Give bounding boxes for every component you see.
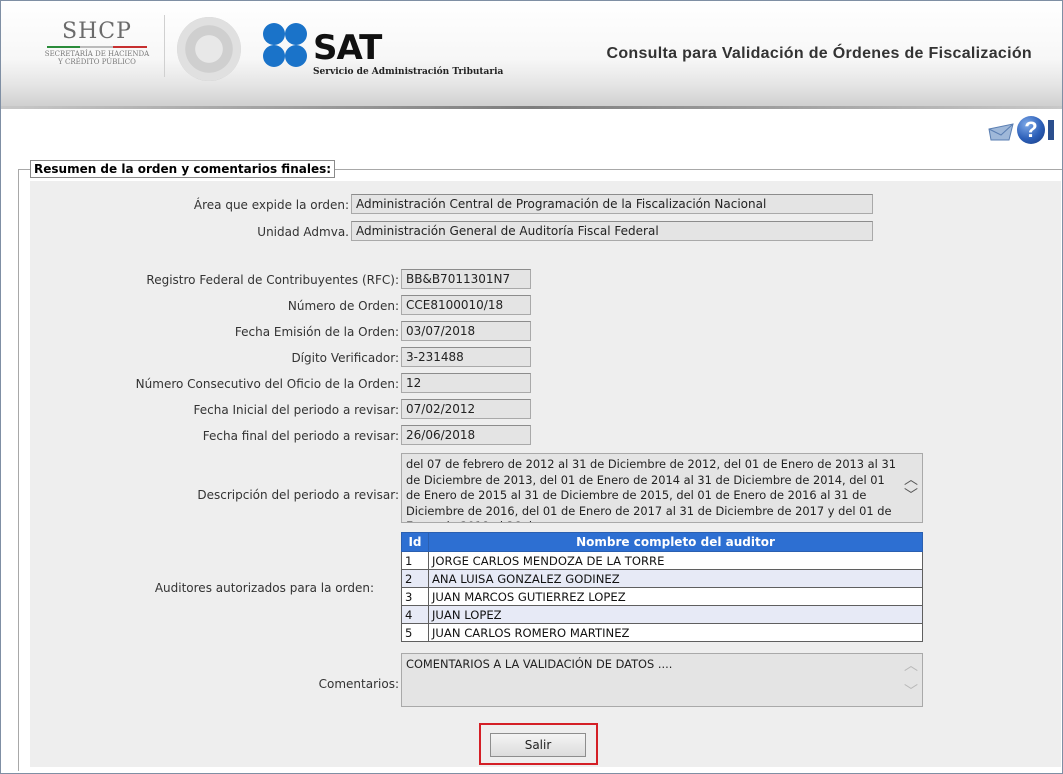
digito-label: Dígito Verificador: xyxy=(291,351,399,365)
rfc-label: Registro Federal de Contribuyentes (RFC)… xyxy=(146,273,399,287)
descripcion-textarea[interactable]: del 07 de febrero de 2012 al 31 de Dicie… xyxy=(401,453,923,523)
help-icon[interactable]: ? xyxy=(1017,116,1045,144)
salir-button[interactable]: Salir xyxy=(490,733,586,757)
cell-name: JUAN CARLOS ROMERO MARTINEZ xyxy=(428,623,923,642)
column-header-nombre: Nombre completo del auditor xyxy=(428,532,923,552)
fecha-emision-field: 03/07/2018 xyxy=(401,321,531,341)
table-row[interactable]: 1 JORGE CARLOS MENDOZA DE LA TORRE xyxy=(401,551,923,570)
consecutivo-field: 12 xyxy=(401,373,531,393)
fecha-final-field: 26/06/2018 xyxy=(401,425,531,445)
scroll-down-icon[interactable]: ﹀ xyxy=(903,684,919,700)
shcp-color-bar xyxy=(47,46,147,48)
table-row[interactable]: 2 ANA LUISA GONZALEZ GODINEZ xyxy=(401,569,923,588)
scroll-up-icon[interactable]: ︿ xyxy=(903,472,919,488)
cell-id: 2 xyxy=(401,569,429,588)
sat-dot-icon xyxy=(263,23,285,45)
column-header-id: Id xyxy=(401,532,429,552)
shcp-logo: SHCP SECRETARÍA DE HACIENDA Y CRÉDITO PÚ… xyxy=(37,19,157,66)
cell-name: JUAN LOPEZ xyxy=(428,605,923,624)
scroll-up-icon[interactable]: ︿ xyxy=(903,658,919,674)
sat-dot-icon xyxy=(285,45,307,67)
shcp-subtitle-1: SECRETARÍA DE HACIENDA xyxy=(44,50,150,58)
cell-id: 5 xyxy=(401,623,429,642)
table-row[interactable]: 5 JUAN CARLOS ROMERO MARTINEZ xyxy=(401,623,923,642)
fecha-final-label: Fecha final del periodo a revisar: xyxy=(202,429,399,443)
cell-id: 1 xyxy=(401,551,429,570)
shcp-subtitle-2: Y CRÉDITO PÚBLICO xyxy=(58,58,136,66)
page-title: Consulta para Validación de Órdenes de F… xyxy=(606,45,1032,62)
digito-field: 3-231488 xyxy=(401,347,531,367)
sat-subtitle: Servicio de Administración Tributaria xyxy=(313,67,504,77)
sat-logo: SAT Servicio de Administración Tributari… xyxy=(263,23,503,83)
unidad-label: Unidad Admva. xyxy=(257,225,349,239)
area-field: Administración Central de Programación d… xyxy=(351,194,873,214)
header-divider xyxy=(1,106,1062,109)
descripcion-text: del 07 de febrero de 2012 al 31 de Dicie… xyxy=(406,457,896,522)
orden-label: Número de Orden: xyxy=(287,299,399,313)
fecha-inicial-field: 07/02/2012 xyxy=(401,399,531,419)
fecha-inicial-label: Fecha Inicial del periodo a revisar: xyxy=(193,403,399,417)
scroll-down-icon[interactable]: ﹀ xyxy=(903,488,919,504)
table-row[interactable]: 4 JUAN LOPEZ xyxy=(401,605,923,624)
descripcion-label: Descripción del periodo a revisar: xyxy=(197,488,399,502)
section-legend: Resumen de la orden y comentarios finale… xyxy=(30,160,336,178)
cell-name: ANA LUISA GONZALEZ GODINEZ xyxy=(428,569,923,588)
book-icon[interactable] xyxy=(1048,120,1054,140)
orden-field: CCE8100010/18 xyxy=(401,295,531,315)
cell-name: JORGE CARLOS MENDOZA DE LA TORRE xyxy=(428,551,923,570)
national-seal-icon xyxy=(177,17,241,81)
cell-id: 4 xyxy=(401,605,429,624)
sat-wordmark: SAT xyxy=(313,28,382,68)
rfc-field: BB&B7011301N7 xyxy=(401,269,531,289)
area-label: Área que expide la orden: xyxy=(193,198,349,212)
unidad-field: Administración General de Auditoría Fisc… xyxy=(351,221,873,241)
table-row[interactable]: 3 JUAN MARCOS GUTIERREZ LOPEZ xyxy=(401,587,923,606)
toolbar-icons: ? xyxy=(988,116,1063,144)
comentarios-label: Comentarios: xyxy=(318,677,399,691)
consecutivo-label: Número Consecutivo del Oficio de la Orde… xyxy=(135,377,399,391)
page-header: SHCP SECRETARÍA DE HACIENDA Y CRÉDITO PÚ… xyxy=(1,1,1062,107)
cell-id: 3 xyxy=(401,587,429,606)
shcp-title: SHCP xyxy=(62,19,132,44)
sat-dot-icon xyxy=(285,23,307,45)
comentarios-text: COMENTARIOS A LA VALIDACIÓN DE DATOS ...… xyxy=(406,657,673,671)
mail-icon[interactable] xyxy=(988,123,1014,141)
sat-dot-icon xyxy=(263,45,285,67)
cell-name: JUAN MARCOS GUTIERREZ LOPEZ xyxy=(428,587,923,606)
comentarios-textarea[interactable]: COMENTARIOS A LA VALIDACIÓN DE DATOS ...… xyxy=(401,653,923,707)
logo-divider xyxy=(164,15,165,77)
auditores-table: Id Nombre completo del auditor 1 JORGE C… xyxy=(401,532,923,642)
auditores-label: Auditores autorizados para la orden: xyxy=(154,581,374,595)
fecha-emision-label: Fecha Emisión de la Orden: xyxy=(234,325,399,339)
